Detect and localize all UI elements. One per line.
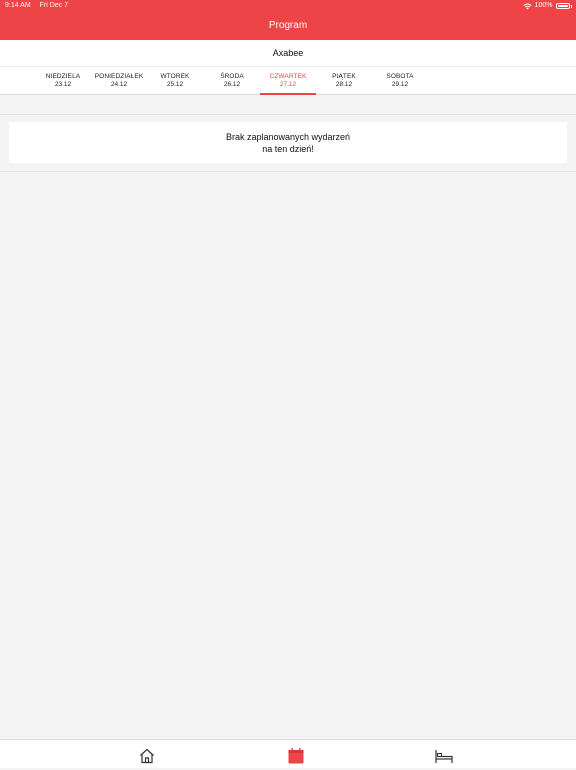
group-title: Axabee <box>272 48 304 58</box>
tab-day-sroda[interactable]: ŚRODA 26.12 <box>204 67 260 95</box>
battery-cap <box>570 4 572 8</box>
subtitle-bar: Axabee <box>0 40 576 67</box>
tab-accommodation[interactable] <box>434 747 454 765</box>
day-name: SOBOTA <box>386 73 414 80</box>
tab-day-sobota[interactable]: SOBOTA 29.12 <box>372 67 428 95</box>
tab-home[interactable] <box>138 747 158 765</box>
tab-day-poniedzialek[interactable]: PONIEDZIAŁEK 24.12 <box>91 67 147 95</box>
day-name: PONIEDZIAŁEK <box>94 73 144 80</box>
day-date: 25.12 <box>166 81 184 88</box>
day-name: NIEDZIELA <box>45 73 81 80</box>
status-bar: 9:14 AM Fri Dec 7 100% <box>0 0 576 12</box>
content-header-strip <box>0 95 576 115</box>
bottom-tab-bar <box>0 739 576 768</box>
page-title: Program <box>268 20 308 31</box>
divider <box>0 171 576 172</box>
tab-day-czwartek[interactable]: CZWARTEK 27.12 <box>260 67 316 95</box>
battery-icon <box>555 3 570 9</box>
day-name: PIĄTEK <box>332 73 356 80</box>
home-icon <box>140 748 154 764</box>
day-date: 23.12 <box>54 81 72 88</box>
status-left: 9:14 AM Fri Dec 7 <box>5 0 75 12</box>
battery-percent: 100% <box>534 2 553 9</box>
wifi-icon <box>523 3 532 9</box>
tab-day-wtorek[interactable]: WTOREK 25.12 <box>147 67 203 95</box>
tab-day-niedziela[interactable]: NIEDZIELA 23.12 <box>35 67 91 95</box>
navigation-bar: Program <box>0 12 576 40</box>
day-tabs: NIEDZIELA 23.12 PONIEDZIAŁEK 24.12 WTORE… <box>0 67 576 95</box>
day-date: 27.12 <box>279 81 297 88</box>
day-name: WTOREK <box>160 73 190 80</box>
tab-program[interactable] <box>287 747 307 765</box>
empty-message-line1: Brak zaplanowanych wydarzeń <box>225 132 351 142</box>
status-date: Fri Dec 7 <box>39 2 69 9</box>
day-name: ŚRODA <box>220 73 244 80</box>
tab-day-piatek[interactable]: PIĄTEK 28.12 <box>316 67 372 95</box>
empty-message-line2: na ten dzień! <box>262 144 314 154</box>
day-name: CZWARTEK <box>269 73 307 80</box>
calendar-icon <box>288 748 304 764</box>
empty-state-card: Brak zaplanowanych wydarzeń na ten dzień… <box>9 122 567 163</box>
status-right: 100% <box>523 0 572 12</box>
day-date: 26.12 <box>223 81 241 88</box>
bed-icon <box>435 750 453 763</box>
status-time: 9:14 AM <box>5 2 31 9</box>
day-date: 28.12 <box>335 81 353 88</box>
day-date: 24.12 <box>110 81 128 88</box>
day-date: 29.12 <box>391 81 409 88</box>
